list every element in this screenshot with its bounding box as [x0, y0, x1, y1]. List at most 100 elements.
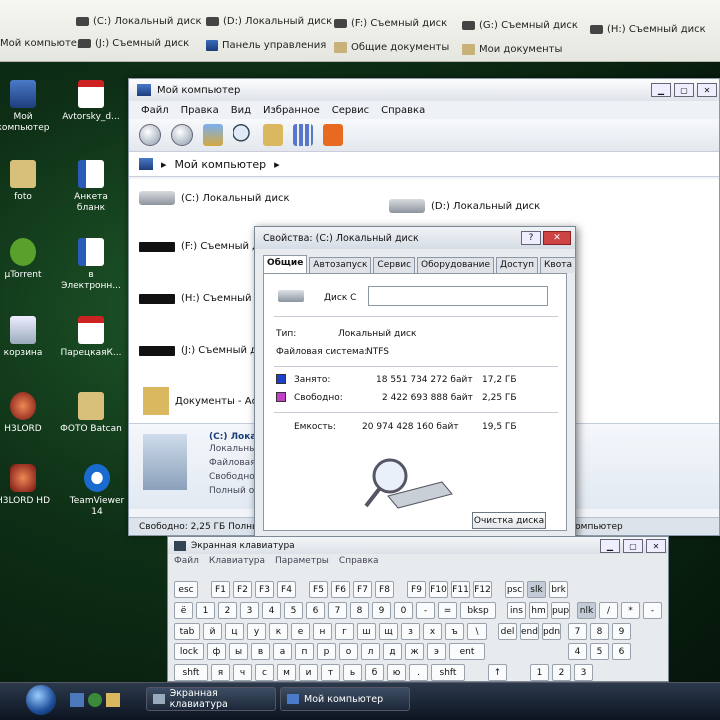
- minimize-button[interactable]: ▁: [600, 539, 620, 553]
- osk-key[interactable]: lock: [174, 643, 204, 660]
- osk-menu-settings[interactable]: Параметры: [275, 556, 329, 566]
- views-icon[interactable]: [293, 124, 313, 146]
- osk-key[interactable]: 3: [240, 602, 259, 619]
- tab-sharing[interactable]: Доступ: [496, 257, 538, 273]
- osk-key[interactable]: pdn: [542, 623, 561, 640]
- osk-key[interactable]: slk: [527, 581, 546, 598]
- desktop-icon-h3lord-hd[interactable]: H3LORD HD: [0, 464, 54, 507]
- close-button[interactable]: ✕: [543, 231, 571, 245]
- osk-key[interactable]: brk: [549, 581, 568, 598]
- disk-cleanup-button[interactable]: Очистка диска: [472, 512, 546, 529]
- desktop-icon-anketa[interactable]: Анкета бланк: [60, 160, 122, 214]
- my-computer-shortcut[interactable]: Мой компьютер: [0, 38, 83, 49]
- back-icon[interactable]: [139, 124, 161, 146]
- osk-key[interactable]: F12: [473, 581, 492, 598]
- osk-key[interactable]: F5: [309, 581, 328, 598]
- menu-file[interactable]: Файл: [141, 105, 169, 116]
- forward-icon[interactable]: [171, 124, 193, 146]
- osk-key[interactable]: F7: [353, 581, 372, 598]
- osk-key[interactable]: ы: [229, 643, 248, 660]
- osk-key[interactable]: ъ: [445, 623, 464, 640]
- drive-g-shortcut[interactable]: (G:) Съемный диск: [462, 20, 578, 31]
- my-documents-shortcut[interactable]: Мои документы: [462, 44, 562, 55]
- osk-key[interactable]: 2: [552, 664, 571, 681]
- desktop-icon-word-doc[interactable]: в Электронн...: [60, 238, 122, 292]
- osk-key[interactable]: F6: [331, 581, 350, 598]
- osk-key[interactable]: ent: [449, 643, 485, 660]
- osk-key[interactable]: 0: [394, 602, 413, 619]
- minimize-button[interactable]: ▁: [651, 83, 671, 97]
- desktop-icon-utorrent[interactable]: µTorrent: [0, 238, 54, 281]
- osk-key[interactable]: н: [313, 623, 332, 640]
- menu-favorites[interactable]: Избранное: [263, 105, 320, 116]
- osk-key[interactable]: 9: [612, 623, 631, 640]
- menu-help[interactable]: Справка: [381, 105, 425, 116]
- osk-key[interactable]: т: [321, 664, 340, 681]
- osk-key[interactable]: р: [317, 643, 336, 660]
- osk-key[interactable]: 3: [574, 664, 593, 681]
- osk-key[interactable]: F4: [277, 581, 296, 598]
- show-desktop-icon[interactable]: [70, 693, 84, 707]
- osk-key[interactable]: del: [498, 623, 517, 640]
- osk-key[interactable]: 9: [372, 602, 391, 619]
- osk-key[interactable]: ф: [207, 643, 226, 660]
- osk-key[interactable]: =: [438, 602, 457, 619]
- tab-hardware[interactable]: Оборудование: [417, 257, 495, 273]
- osk-key[interactable]: esc: [174, 581, 198, 598]
- osk-key[interactable]: end: [520, 623, 539, 640]
- osk-key[interactable]: у: [247, 623, 266, 640]
- osk-key[interactable]: й: [203, 623, 222, 640]
- osk-key[interactable]: с: [255, 664, 274, 681]
- up-folder-icon[interactable]: [203, 124, 223, 146]
- osk-key[interactable]: /: [599, 602, 618, 619]
- osk-key[interactable]: *: [621, 602, 640, 619]
- osk-key[interactable]: .: [409, 664, 428, 681]
- desktop-icon-foto-batcan[interactable]: ФОТО Batcan: [60, 392, 122, 435]
- taskbar-item-osk[interactable]: Экранная клавиатура: [146, 687, 276, 711]
- osk-key[interactable]: 4: [262, 602, 281, 619]
- control-panel-shortcut[interactable]: Панель управления: [206, 40, 326, 51]
- osk-key[interactable]: ш: [357, 623, 376, 640]
- start-button[interactable]: [26, 685, 56, 715]
- tab-quota[interactable]: Квота: [540, 257, 576, 273]
- menu-view[interactable]: Вид: [231, 105, 251, 116]
- osk-key[interactable]: п: [295, 643, 314, 660]
- osk-key[interactable]: ж: [405, 643, 424, 660]
- help-button[interactable]: ?: [521, 231, 541, 245]
- osk-key[interactable]: F2: [233, 581, 252, 598]
- osk-key[interactable]: F11: [451, 581, 470, 598]
- osk-key[interactable]: ч: [233, 664, 252, 681]
- osk-menu-file[interactable]: Файл: [174, 556, 199, 566]
- osk-key[interactable]: 6: [612, 643, 631, 660]
- osk-key[interactable]: bksp: [460, 602, 496, 619]
- tab-general[interactable]: Общие: [263, 255, 308, 273]
- osk-key[interactable]: я: [211, 664, 230, 681]
- osk-key[interactable]: shft: [174, 664, 208, 681]
- osk-key[interactable]: к: [269, 623, 288, 640]
- search-icon[interactable]: [233, 124, 253, 146]
- osk-key[interactable]: 5: [590, 643, 609, 660]
- osk-key[interactable]: з: [401, 623, 420, 640]
- osk-key[interactable]: 8: [590, 623, 609, 640]
- osk-key[interactable]: 7: [328, 602, 347, 619]
- osk-key[interactable]: shft: [431, 664, 465, 681]
- menu-tools[interactable]: Сервис: [332, 105, 369, 116]
- osk-key[interactable]: и: [299, 664, 318, 681]
- osk-key[interactable]: F3: [255, 581, 274, 598]
- osk-key[interactable]: tab: [174, 623, 200, 640]
- osk-key[interactable]: в: [251, 643, 270, 660]
- shared-documents-shortcut[interactable]: Общие документы: [334, 42, 449, 53]
- osk-key[interactable]: б: [365, 664, 384, 681]
- osk-key[interactable]: ю: [387, 664, 406, 681]
- drive-d-shortcut[interactable]: (D:) Локальный диск: [206, 16, 332, 27]
- osk-key[interactable]: е: [291, 623, 310, 640]
- desktop-icon-teamviewer[interactable]: TeamViewer 14: [66, 464, 128, 518]
- folders-icon[interactable]: [263, 124, 283, 146]
- osk-key[interactable]: F8: [375, 581, 394, 598]
- drive-item-j[interactable]: (J:) Съемный ди: [139, 345, 264, 356]
- desktop-icon-recycle-bin[interactable]: корзина: [0, 316, 54, 359]
- taskbar-item-my-computer[interactable]: Мой компьютер: [280, 687, 410, 711]
- drive-item-c[interactable]: (C:) Локальный диск: [139, 191, 290, 205]
- osk-key[interactable]: л: [361, 643, 380, 660]
- osk-menu-help[interactable]: Справка: [339, 556, 379, 566]
